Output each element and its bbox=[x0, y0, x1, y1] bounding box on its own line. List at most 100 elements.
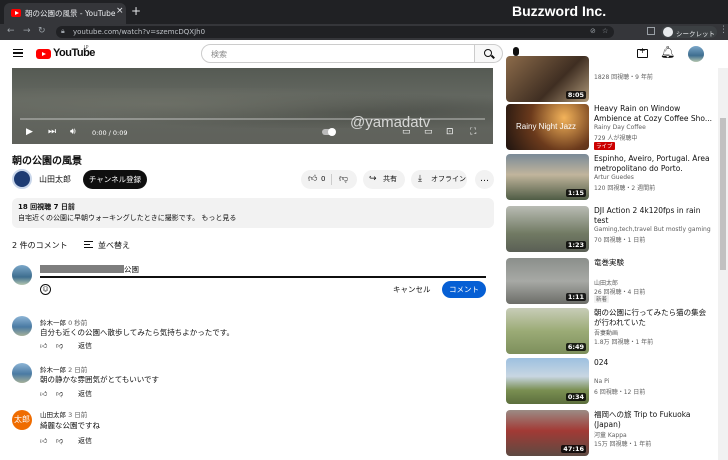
emoji-icon[interactable]: ☺ bbox=[40, 284, 51, 295]
video-channel[interactable]: Na Pi bbox=[594, 378, 609, 385]
sort-icon bbox=[84, 241, 93, 248]
video-title[interactable]: DJI Action 2 4k120fps in rain test bbox=[594, 206, 712, 226]
video-thumbnail[interactable]: 0:34 bbox=[506, 358, 589, 404]
commenter-avatar[interactable] bbox=[12, 316, 32, 336]
offline-button[interactable]: ⤓ オフライン bbox=[411, 170, 467, 189]
video-title[interactable]: 朝の公園に行ってみたら猫の集会が行われていた bbox=[594, 308, 712, 328]
video-channel[interactable]: Artur Guedes bbox=[594, 174, 634, 181]
browser-tab[interactable]: 朝の公園の風景 - YouTube × bbox=[4, 3, 126, 24]
volume-icon[interactable]: 🔊︎ bbox=[70, 127, 76, 137]
bookmark-star-icon[interactable]: ☆ bbox=[602, 27, 608, 35]
video-meta: 6 回視聴・12 日前 bbox=[594, 389, 646, 396]
scrollbar-thumb[interactable] bbox=[720, 118, 726, 270]
reply-button[interactable]: 返信 bbox=[78, 436, 92, 446]
play-icon[interactable]: ▶ bbox=[26, 127, 33, 137]
thumbs-up-icon[interactable]: 👍︎ bbox=[40, 436, 47, 445]
youtube-logo-icon[interactable] bbox=[36, 49, 51, 59]
microphone-icon[interactable] bbox=[513, 47, 519, 60]
side-panel-icon[interactable] bbox=[647, 27, 655, 35]
duration-badge: 6:49 bbox=[565, 343, 586, 351]
video-thumbnail[interactable]: 1:15 bbox=[506, 154, 589, 200]
subscribe-button[interactable]: チャンネル登録 bbox=[83, 170, 147, 189]
thumbs-down-icon[interactable]: 👎︎ bbox=[339, 170, 348, 189]
video-channel[interactable]: 吾妻動画 bbox=[594, 328, 618, 337]
comment-text: 朝の静かな雰囲気がとてもいいです bbox=[40, 375, 160, 384]
forward-icon[interactable]: → bbox=[23, 26, 31, 37]
comment-author[interactable]: 鈴木一郎 bbox=[40, 366, 66, 374]
comment-author[interactable]: 鈴木一郎 bbox=[40, 319, 66, 327]
related-video[interactable]: 6:49 朝の公園に行ってみたら猫の集会が行われていた 吾妻動画 1.8万 回視… bbox=[506, 308, 713, 356]
video-thumbnail[interactable]: Rainy Night Jazz bbox=[506, 104, 589, 150]
related-video[interactable]: 0:34 024 Na Pi 6 回視聴・12 日前 bbox=[506, 358, 713, 406]
video-meta: 1828 回視聴・9 年前 bbox=[594, 74, 653, 81]
theater-icon[interactable]: ▭ bbox=[424, 127, 433, 137]
video-channel[interactable]: 河童 Kappa bbox=[594, 430, 627, 439]
reload-icon[interactable]: ↻ bbox=[38, 26, 46, 37]
search-button[interactable] bbox=[475, 44, 503, 63]
related-video[interactable]: 1:23 DJI Action 2 4k120fps in rain test … bbox=[506, 206, 713, 254]
fullscreen-icon[interactable]: ⛶ bbox=[470, 127, 476, 137]
video-thumbnail[interactable]: 47:16 bbox=[506, 410, 589, 456]
divider bbox=[331, 174, 332, 185]
reply-button[interactable]: 返信 bbox=[78, 389, 92, 399]
new-tab-button[interactable]: + bbox=[131, 5, 141, 17]
browser-menu-icon[interactable]: ⋮ bbox=[719, 25, 728, 35]
video-thumbnail[interactable]: 1:11 bbox=[506, 258, 589, 304]
comment-input[interactable]: 公園 bbox=[124, 264, 139, 275]
related-video[interactable]: 8:05 1828 回視聴・9 年前 bbox=[506, 56, 713, 104]
search-placeholder: 検索 bbox=[211, 50, 227, 59]
commenter-avatar[interactable]: 太郎 bbox=[12, 410, 32, 430]
comment-time: 3 日前 bbox=[68, 411, 88, 419]
thumbs-down-icon[interactable]: 👎︎ bbox=[56, 341, 63, 350]
thumbs-down-icon[interactable]: 👎︎ bbox=[56, 389, 63, 398]
live-badge: ライブ bbox=[594, 142, 615, 150]
video-channel[interactable]: Rainy Day Coffee bbox=[594, 124, 646, 131]
related-video[interactable]: 47:16 福岡への旅 Trip to Fukuoka (Japan) 河童 K… bbox=[506, 410, 713, 458]
thumbs-up-icon[interactable]: 👍︎ bbox=[308, 170, 317, 189]
video-thumbnail[interactable]: 6:49 bbox=[506, 308, 589, 354]
video-channel[interactable]: Gaming,tech,travel But mostly gaming bbox=[594, 226, 711, 233]
thumbs-up-icon[interactable]: 👍︎ bbox=[40, 341, 47, 350]
duration-badge: 1:11 bbox=[565, 293, 586, 301]
eye-off-icon[interactable]: ⊘ bbox=[590, 27, 596, 35]
menu-icon[interactable] bbox=[13, 49, 23, 57]
comment-author[interactable]: 山田太郎 bbox=[40, 411, 66, 419]
video-thumbnail[interactable]: 8:05 bbox=[506, 56, 589, 102]
redacted-text bbox=[40, 265, 124, 273]
search-icon bbox=[484, 49, 492, 57]
cast-icon[interactable]: ⊡ bbox=[446, 127, 454, 137]
back-icon[interactable]: ← bbox=[7, 26, 15, 37]
related-video[interactable]: 1:11 竜巻実験 山田太郎 26 回視聴・4 日前 新着 bbox=[506, 258, 713, 306]
more-actions-icon[interactable]: … bbox=[475, 170, 494, 189]
next-icon[interactable]: ⏭ bbox=[48, 127, 56, 137]
miniplayer-icon[interactable]: ▭ bbox=[402, 127, 411, 137]
thumbs-down-icon[interactable]: 👎︎ bbox=[56, 436, 63, 445]
related-video[interactable]: Rainy Night Jazz Heavy Rain on Window Am… bbox=[506, 104, 713, 152]
new-badge: 新着 bbox=[594, 295, 610, 303]
description-box[interactable]: 18 回視聴 7 日前 自宅近くの公園に早朝ウォーキングしたときに撮影です。 も… bbox=[12, 198, 494, 228]
video-title[interactable]: Espinho, Aveiro, Portugal. Área metropol… bbox=[594, 154, 712, 174]
autoplay-toggle[interactable] bbox=[322, 128, 336, 136]
related-video[interactable]: 1:15 Espinho, Aveiro, Portugal. Área met… bbox=[506, 154, 713, 202]
address-bar[interactable]: 🔒︎ youtube.com/watch?v=szemcDQXJh0 ⊘ ☆ bbox=[56, 26, 614, 38]
comment-submit-button[interactable]: コメント bbox=[442, 281, 486, 298]
cancel-button[interactable]: キャンセル bbox=[393, 284, 431, 295]
video-thumbnail[interactable]: 1:23 bbox=[506, 206, 589, 252]
commenter-avatar[interactable] bbox=[12, 363, 32, 383]
logo-country-code: JP bbox=[84, 45, 89, 51]
thumbs-up-icon[interactable]: 👍︎ bbox=[40, 389, 47, 398]
video-player[interactable]: ▶ ⏭ 🔊︎ 0:00 / 0:09 @yamadatv ▭ ▭ ⊡ ⛶ bbox=[12, 68, 493, 144]
share-button[interactable]: ↪ 共有 bbox=[363, 170, 405, 189]
reply-button[interactable]: 返信 bbox=[78, 341, 92, 351]
profile-button[interactable]: シークレット bbox=[661, 26, 717, 38]
channel-name[interactable]: 山田太郎 bbox=[39, 174, 71, 185]
video-title[interactable]: 福岡への旅 Trip to Fukuoka (Japan) bbox=[594, 410, 712, 430]
video-channel[interactable]: 山田太郎 bbox=[594, 278, 618, 287]
search-input[interactable]: 検索 bbox=[201, 44, 475, 63]
video-title[interactable]: 竜巻実験 bbox=[594, 258, 712, 268]
duration-badge: 47:16 bbox=[561, 445, 586, 453]
channel-avatar[interactable] bbox=[12, 169, 32, 189]
video-title[interactable]: Heavy Rain on Window Ambience at Cozy Co… bbox=[594, 104, 712, 124]
video-title[interactable]: 024 bbox=[594, 358, 712, 368]
tab-close-icon[interactable]: × bbox=[116, 6, 124, 16]
